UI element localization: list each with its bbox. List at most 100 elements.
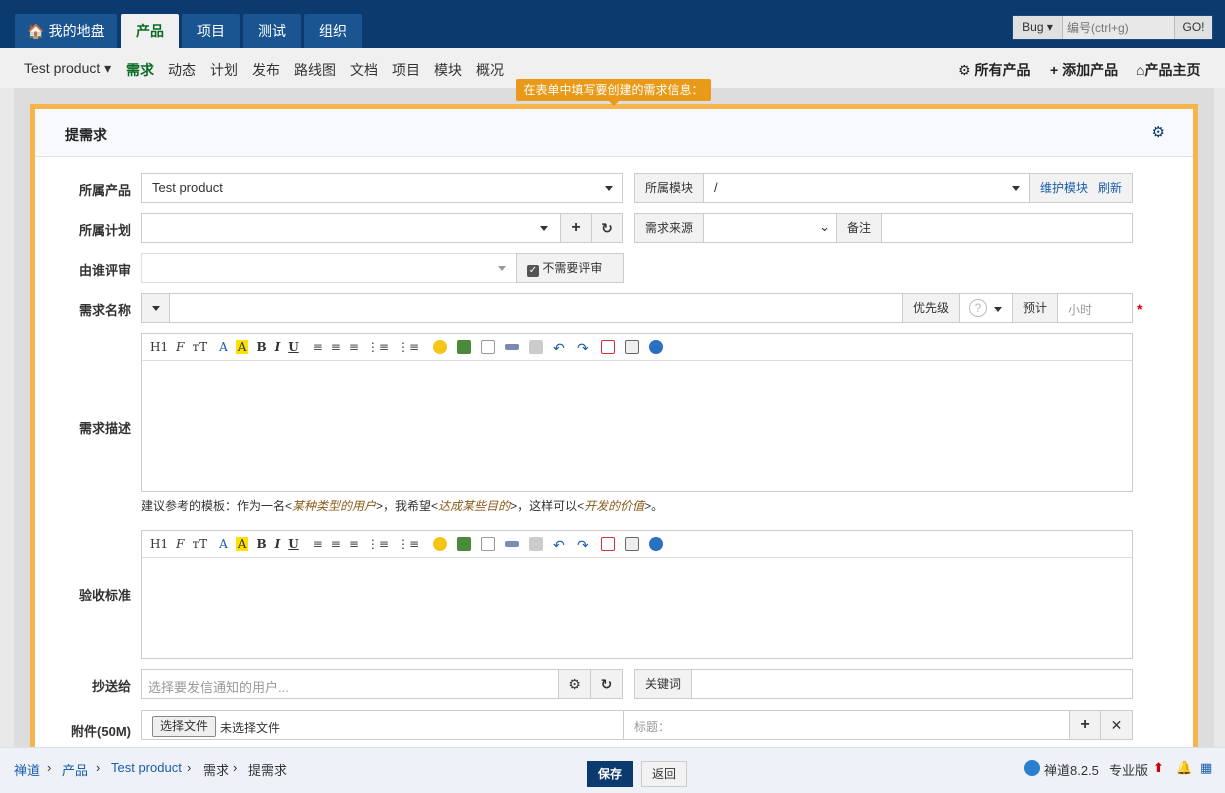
align-right-icon[interactable]: ≡ [349, 340, 359, 354]
paste-icon[interactable] [625, 340, 639, 354]
image-icon[interactable] [457, 537, 471, 551]
italic-button[interactable]: I [275, 537, 281, 551]
tab-my[interactable]: 🏠 我的地盘 [15, 14, 117, 48]
add-plan-button[interactable]: + [560, 213, 592, 243]
source-note-input[interactable] [881, 213, 1133, 243]
choose-file-button[interactable]: 选择文件 [152, 716, 217, 737]
code-icon[interactable] [481, 340, 495, 354]
search-input[interactable] [1063, 16, 1174, 39]
estimate-input[interactable]: 小时 [1057, 293, 1133, 323]
bold-button[interactable]: B [256, 340, 266, 354]
unordered-list-icon[interactable]: ⋮≡ [397, 340, 419, 354]
help-icon[interactable] [649, 340, 663, 354]
refresh-module-link[interactable]: 刷新 [1098, 181, 1122, 195]
breadcrumb-home[interactable]: 禅道 [14, 760, 40, 779]
tab-company[interactable]: 组织 [304, 14, 362, 48]
mailto-select[interactable]: 选择要发信通知的用户... [141, 669, 559, 699]
description-editor[interactable]: H1 F тT A A B I U ≡ ≡ ≡ ⋮≡ ⋮≡ ↶ ↷ [141, 333, 1133, 492]
help-icon[interactable] [649, 537, 663, 551]
version-text[interactable]: 禅道8.2.5 [1044, 760, 1099, 779]
align-center-icon[interactable]: ≡ [331, 340, 341, 354]
eraser-icon[interactable] [529, 340, 543, 354]
gear-icon[interactable]: ⚙ [1152, 123, 1165, 141]
underline-button[interactable]: U [288, 340, 298, 354]
source-select[interactable]: ⌄ [703, 213, 837, 243]
font-color-button[interactable]: A [219, 340, 228, 354]
subnav-doc[interactable]: 文档 [350, 60, 378, 80]
product-select[interactable]: Test product [141, 173, 623, 203]
subnav-roadmap[interactable]: 路线图 [294, 60, 336, 80]
font-family-button[interactable]: F [176, 537, 184, 551]
tab-qa[interactable]: 测试 [243, 14, 301, 48]
align-left-icon[interactable]: ≡ [313, 340, 323, 354]
tab-product[interactable]: 产品 [121, 14, 179, 48]
product-home-link[interactable]: ⌂产品主页 [1136, 60, 1200, 80]
bell-icon[interactable]: 🔔 [1176, 760, 1192, 776]
add-file-button[interactable]: + [1069, 710, 1101, 740]
align-right-icon[interactable]: ≡ [349, 537, 359, 551]
all-products-link[interactable]: ⚙ 所有产品 [958, 60, 1030, 80]
image-icon[interactable] [457, 340, 471, 354]
unordered-list-icon[interactable]: ⋮≡ [397, 537, 419, 551]
bg-color-button[interactable]: A [235, 340, 249, 354]
upgrade-arrow-icon[interactable]: ⬆ [1153, 760, 1164, 776]
qrcode-icon[interactable]: ▦ [1200, 760, 1212, 776]
back-button[interactable]: 返回 [641, 761, 687, 787]
maintain-module-link[interactable]: 维护模块 [1040, 181, 1088, 195]
title-color-button[interactable] [141, 293, 170, 323]
breadcrumb-product[interactable]: 产品 [62, 760, 88, 779]
no-review-checkbox[interactable]: ✓ 不需要评审 [516, 253, 624, 283]
remove-file-button[interactable]: ✕ [1100, 710, 1133, 740]
align-center-icon[interactable]: ≡ [331, 537, 341, 551]
subnav-module[interactable]: 模块 [434, 60, 462, 80]
bg-color-button[interactable]: A [235, 537, 249, 551]
bold-button[interactable]: B [256, 537, 266, 551]
subnav-release[interactable]: 发布 [252, 60, 280, 80]
eraser-icon[interactable] [529, 537, 543, 551]
subnav-dynamic[interactable]: 动态 [168, 60, 196, 80]
tab-project[interactable]: 项目 [182, 14, 240, 48]
underline-button[interactable]: U [288, 537, 298, 551]
heading-button[interactable]: H1 [150, 537, 168, 551]
search-type-select[interactable]: Bug ▾ [1013, 16, 1063, 39]
verify-editor[interactable]: H1 F тT A A B I U ≡ ≡ ≡ ⋮≡ ⋮≡ ↶ ↷ [141, 530, 1133, 659]
search-go-button[interactable]: GO! [1174, 16, 1212, 39]
subnav-view[interactable]: 概况 [476, 60, 504, 80]
font-size-button[interactable]: тT [192, 340, 207, 354]
subnav-story[interactable]: 需求 [126, 60, 154, 80]
product-switcher[interactable]: Test product ▾ [24, 60, 111, 77]
edition-text[interactable]: 专业版 [1109, 760, 1148, 779]
subnav-plan[interactable]: 计划 [210, 60, 238, 80]
module-select[interactable]: / [703, 173, 1030, 203]
fullscreen-icon[interactable] [601, 340, 615, 354]
italic-button[interactable]: I [275, 340, 281, 354]
add-product-link[interactable]: + 添加产品 [1050, 60, 1118, 80]
font-color-button[interactable]: A [219, 537, 228, 551]
ordered-list-icon[interactable]: ⋮≡ [367, 340, 389, 354]
plan-select[interactable] [141, 213, 561, 243]
mailto-settings-button[interactable]: ⚙ [558, 669, 591, 699]
breadcrumb-product-name[interactable]: Test product [111, 760, 182, 775]
paste-icon[interactable] [625, 537, 639, 551]
emoticon-icon[interactable] [433, 340, 447, 354]
ordered-list-icon[interactable]: ⋮≡ [367, 537, 389, 551]
undo-icon[interactable]: ↶ [553, 537, 567, 553]
link-icon[interactable] [505, 344, 519, 350]
link-icon[interactable] [505, 541, 519, 547]
mailto-refresh-button[interactable]: ↻ [590, 669, 623, 699]
emoticon-icon[interactable] [433, 537, 447, 551]
reviewer-select[interactable] [141, 253, 517, 283]
refresh-plan-button[interactable]: ↻ [591, 213, 623, 243]
fullscreen-icon[interactable] [601, 537, 615, 551]
redo-icon[interactable]: ↷ [577, 340, 591, 356]
subnav-project[interactable]: 项目 [392, 60, 420, 80]
font-size-button[interactable]: тT [192, 537, 207, 551]
align-left-icon[interactable]: ≡ [313, 537, 323, 551]
code-icon[interactable] [481, 537, 495, 551]
story-title-input[interactable] [169, 293, 903, 323]
save-button[interactable]: 保存 [587, 761, 633, 787]
keywords-input[interactable] [691, 669, 1133, 699]
font-family-button[interactable]: F [176, 340, 184, 354]
heading-button[interactable]: H1 [150, 340, 168, 354]
undo-icon[interactable]: ↶ [553, 340, 567, 356]
